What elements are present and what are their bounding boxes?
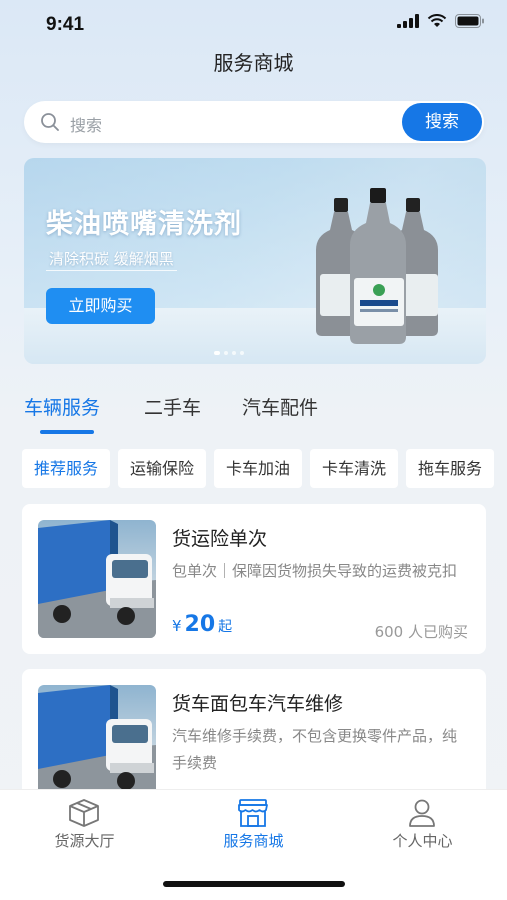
chip-transport-insurance[interactable]: 运输保险 [118,449,206,488]
price-suffix: 起 [218,619,233,635]
carousel-dot[interactable] [232,351,236,355]
price-value: 20 [184,612,216,637]
banner-title: 柴油喷嘴清洗剂 [46,209,242,240]
wifi-icon [427,14,447,27]
tab-profile[interactable]: 个人中心 [338,790,507,860]
chip-truck-wash[interactable]: 卡车清洗 [310,449,398,488]
tab-auto-parts[interactable]: 汽车配件 [242,393,318,420]
product-description: 包单次｜保障因货物损失导致的运费被克扣 [172,562,458,580]
signal-icon [397,14,419,28]
truck-image [38,685,156,803]
tab-label: 货源大厅 [54,832,115,850]
tab-label: 服务商城 [223,832,284,850]
promo-banner[interactable]: 柴油喷嘴清洗剂 清除积碳 缓解烟黑 立即购买 [24,158,486,364]
tab-vehicle-service[interactable]: 车辆服务 [24,393,100,420]
home-indicator [163,881,345,887]
user-icon [409,799,435,827]
shop-icon [238,799,268,827]
search-icon [41,113,59,131]
status-icons [397,14,485,28]
carousel-dot[interactable] [224,351,228,355]
product-description: 汽车维修手续费，不包含更换零件产品，纯手续费 [172,727,458,772]
chip-truck-refuel[interactable]: 卡车加油 [214,449,302,488]
tab-label: 个人中心 [392,832,453,850]
product-title: 货车面包车汽车维修 [172,693,344,715]
tab-active-indicator [40,430,94,434]
tab-cargo-hall[interactable]: 货源大厅 [0,790,169,860]
price-currency: ¥ [172,617,182,635]
product-price: ¥20 起 [172,612,232,637]
box-icon [69,799,99,827]
buy-now-button[interactable]: 立即购买 [46,288,155,324]
truck-image [38,520,156,638]
chip-towing[interactable]: 拖车服务 [406,449,494,488]
carousel-dot[interactable] [214,351,220,355]
carousel-indicator [214,351,244,355]
search-input[interactable]: 搜索 [70,112,102,136]
battery-icon [455,14,484,28]
tab-service-mall[interactable]: 服务商城 [169,790,338,860]
search-bar[interactable]: 搜索 搜索 [24,101,484,143]
category-tabs: 车辆服务 二手车 汽车配件 [24,393,484,434]
banner-subtitle: 清除积碳 缓解烟黑 [46,247,177,271]
search-button[interactable]: 搜索 [402,103,482,141]
status-bar: 9:41 [0,0,507,46]
product-title: 货运险单次 [172,528,268,550]
sales-count: 600 人已购买 [374,623,468,641]
status-time: 9:41 [46,14,85,35]
carousel-dot[interactable] [240,351,244,355]
page-title: 服务商城 [213,51,294,75]
product-card[interactable]: 货运险单次 包单次｜保障因货物损失导致的运费被克扣 ¥20 起 600 人已购买 [22,504,486,654]
product-bottles-image [316,188,438,344]
chip-recommended[interactable]: 推荐服务 [22,449,110,488]
tab-used-car[interactable]: 二手车 [144,393,201,420]
